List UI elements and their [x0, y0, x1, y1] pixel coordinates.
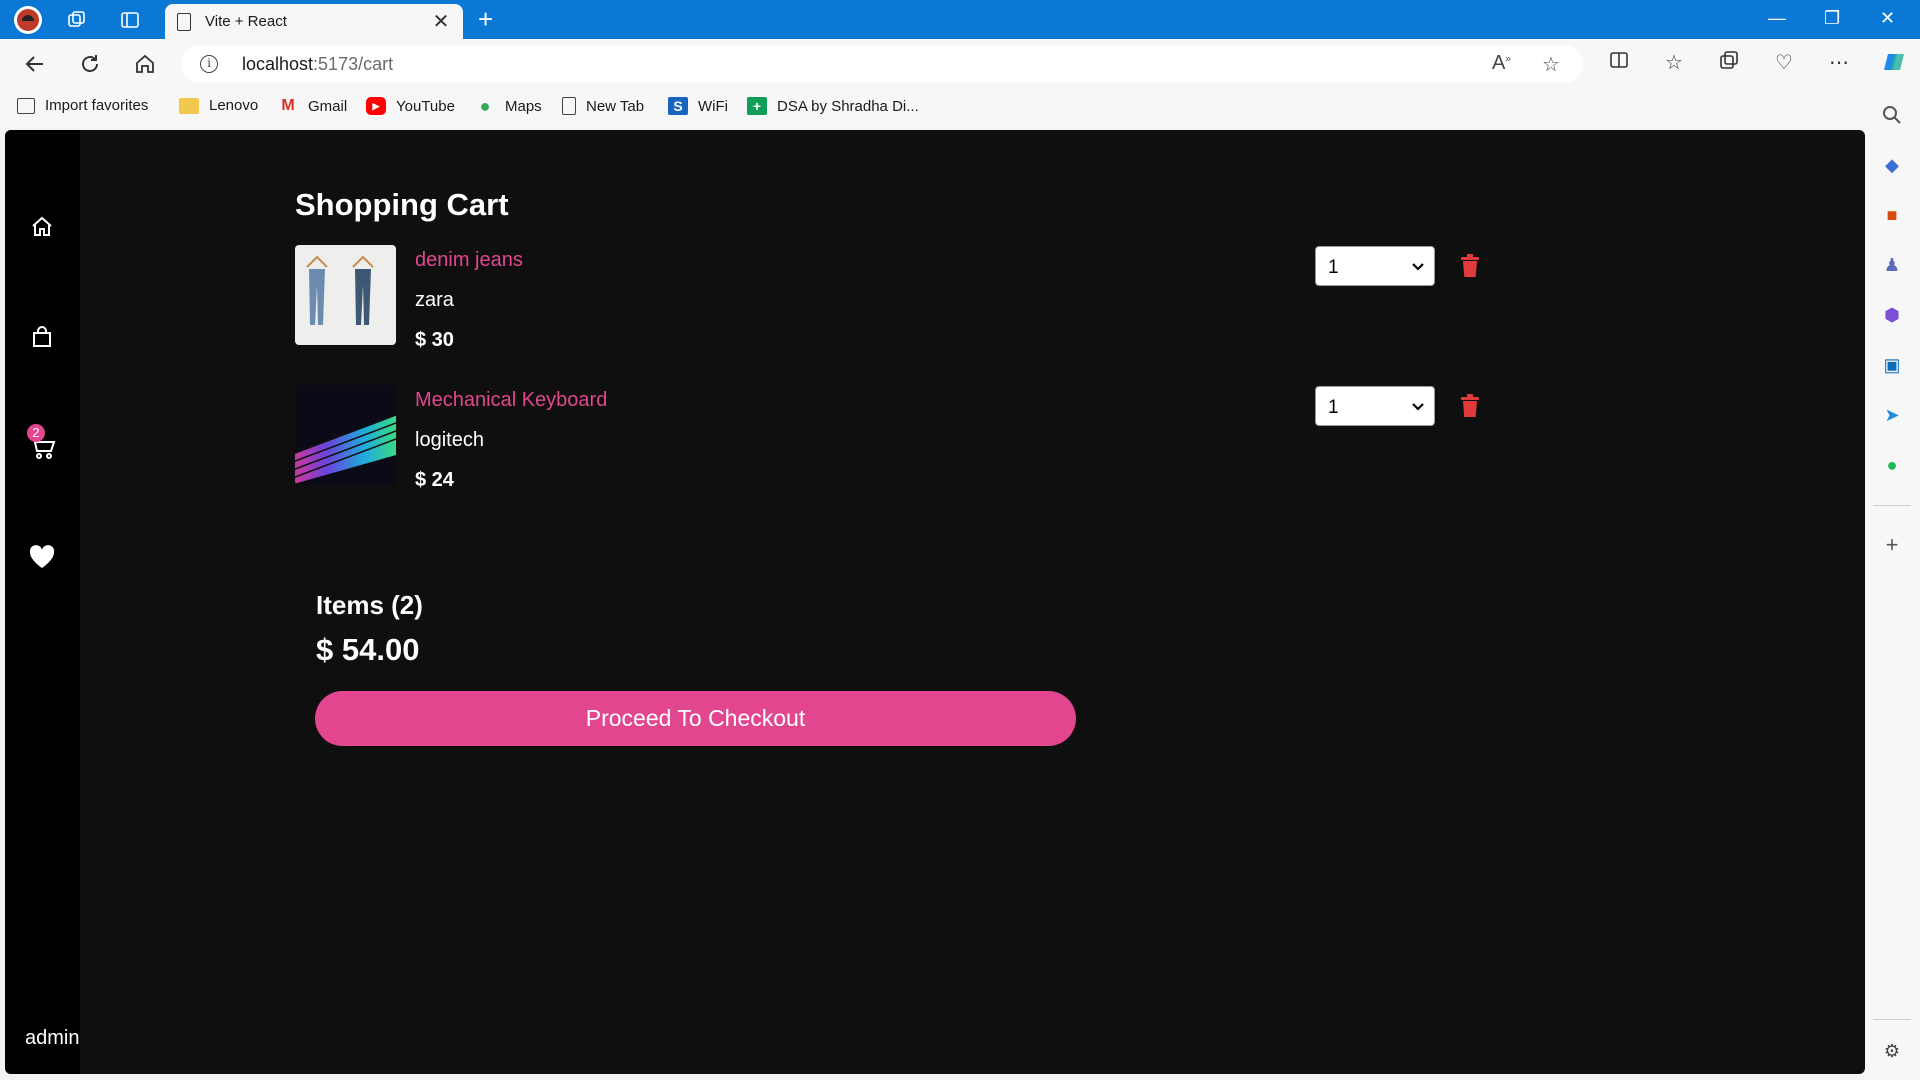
cart-count-badge: 2 [27, 424, 45, 442]
url-text: localhost:5173/cart [242, 54, 394, 74]
page-title: Shopping Cart [295, 187, 509, 222]
favorite-lenovo[interactable]: Lenovo [179, 97, 258, 114]
tools-briefcase-icon[interactable]: ■ [1880, 203, 1904, 227]
shop-bag-icon[interactable] [25, 320, 59, 354]
sheets-icon: + [747, 97, 767, 115]
proceed-to-checkout-button[interactable]: Proceed To Checkout [315, 691, 1076, 746]
favorites-heart-icon[interactable] [25, 540, 59, 574]
favorite-import[interactable]: Import favorites [17, 97, 148, 114]
workspaces-icon[interactable] [64, 7, 90, 33]
close-window-button[interactable]: ✕ [1880, 8, 1895, 29]
favorite-dsa[interactable]: + DSA by Shradha Di... [747, 97, 919, 115]
chevron-down-icon [1412, 263, 1424, 271]
read-aloud-icon[interactable]: A» [1492, 52, 1511, 75]
browser-tab[interactable]: Vite + React ✕ [165, 4, 463, 39]
outlook-icon[interactable]: ▣ [1880, 353, 1904, 377]
folder-icon [179, 97, 199, 114]
address-bar[interactable]: i localhost:5173/cart A» ☆ [182, 45, 1583, 83]
sidebar-divider [1873, 1019, 1911, 1020]
minimize-button[interactable]: — [1768, 8, 1786, 29]
games-icon[interactable]: ♟ [1880, 253, 1904, 277]
item-name-link[interactable]: Mechanical Keyboard [415, 389, 607, 412]
page-icon [177, 12, 191, 31]
favorite-star-icon[interactable]: ☆ [1542, 52, 1560, 77]
favorites-icon[interactable]: ☆ [1660, 50, 1688, 75]
restore-button[interactable]: ❐ [1824, 8, 1840, 29]
site-info-icon[interactable]: i [200, 55, 218, 73]
cart-item: Mechanical Keyboard logitech $ 24 1 [295, 385, 1495, 491]
import-icon [17, 97, 35, 114]
address-bar-row: i localhost:5173/cart A» ☆ ☆ ♡ ⋯ [0, 39, 1920, 89]
quantity-select[interactable]: 1 [1315, 246, 1435, 286]
home-button[interactable] [130, 49, 160, 79]
item-name-link[interactable]: denim jeans [415, 249, 523, 272]
collections-icon[interactable] [1715, 50, 1743, 76]
tab-title: Vite + React [205, 13, 287, 30]
delete-trash-icon[interactable] [1460, 394, 1480, 418]
summary-total: $ 54.00 [316, 632, 420, 667]
settings-gear-icon[interactable]: ⚙ [1880, 1039, 1904, 1063]
home-icon[interactable] [25, 210, 59, 244]
item-price: $ 30 [415, 329, 454, 351]
microsoft-365-icon[interactable]: ⬢ [1880, 303, 1904, 327]
item-brand: logitech [415, 429, 484, 451]
close-tab-icon[interactable]: ✕ [431, 9, 451, 34]
quantity-value: 1 [1328, 397, 1339, 418]
back-button[interactable] [20, 49, 50, 79]
youtube-icon: ▶ [366, 97, 386, 115]
more-menu-icon[interactable]: ⋯ [1825, 50, 1853, 75]
quantity-select[interactable]: 1 [1315, 386, 1435, 426]
delete-trash-icon[interactable] [1460, 254, 1480, 278]
profile-avatar[interactable] [14, 6, 42, 34]
web-page: 2 admin Shopping Cart denim jeans zara $… [5, 130, 1865, 1074]
page-icon [562, 97, 576, 115]
refresh-button[interactable] [75, 49, 105, 79]
favorite-wifi[interactable]: S WiFi [668, 97, 728, 115]
new-tab-button[interactable]: + [478, 6, 493, 32]
browser-sidebar: ◆ ■ ♟ ⬢ ▣ ➤ ● + ⚙ [1865, 89, 1920, 1080]
favorite-youtube[interactable]: ▶ YouTube [366, 97, 455, 115]
sidebar-divider [1873, 505, 1911, 506]
search-icon[interactable] [1880, 103, 1904, 127]
browser-title-bar: Vite + React ✕ + — ❐ ✕ [0, 0, 1920, 39]
quantity-value: 1 [1328, 257, 1339, 278]
spotify-icon[interactable]: ● [1880, 453, 1904, 477]
item-brand: zara [415, 289, 454, 311]
copilot-icon[interactable] [1880, 50, 1908, 80]
cart-item: denim jeans zara $ 30 1 [295, 245, 1495, 351]
browser-essentials-icon[interactable]: ♡ [1770, 50, 1798, 75]
chevron-down-icon [1412, 403, 1424, 411]
split-screen-icon[interactable] [1605, 50, 1633, 76]
username-label[interactable]: admin [25, 1027, 79, 1050]
add-icon[interactable]: + [1880, 532, 1904, 557]
favorite-gmail[interactable]: M Gmail [278, 97, 347, 115]
favorite-maps[interactable]: ● Maps [475, 95, 542, 116]
product-image-keyboard[interactable] [295, 385, 396, 485]
maps-icon: ● [479, 95, 491, 116]
shopping-tag-icon[interactable]: ◆ [1880, 153, 1904, 177]
favorite-new-tab[interactable]: New Tab [562, 97, 644, 115]
app-sidebar: 2 admin [5, 130, 80, 1074]
item-price: $ 24 [415, 469, 454, 491]
favorites-bar: Import favorites Lenovo M Gmail ▶ YouTub… [0, 89, 1920, 127]
product-image-jeans[interactable] [295, 245, 396, 345]
vertical-tabs-icon[interactable] [117, 7, 143, 33]
wifi-s-icon: S [668, 97, 688, 115]
gmail-icon: M [281, 97, 295, 114]
send-icon[interactable]: ➤ [1880, 403, 1904, 427]
summary-item-count: Items (2) [316, 590, 423, 620]
